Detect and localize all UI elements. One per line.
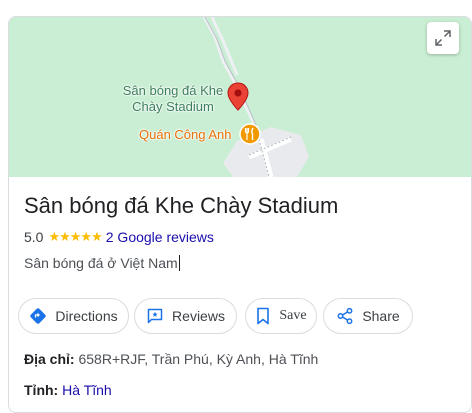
province-row: Tỉnh: Hà Tĩnh (24, 381, 112, 399)
province-label: Tỉnh: (24, 382, 59, 398)
rating-score: 5.0 (24, 229, 44, 245)
address-label: Địa chỉ: (24, 351, 75, 367)
directions-label: Directions (55, 308, 118, 324)
expand-icon (435, 30, 451, 46)
address-row: Địa chỉ: 658R+RJF, Trần Phú, Kỳ Anh, Hà … (24, 350, 318, 368)
rating-row: 5.0 ★★★★★ 2 Google reviews (24, 228, 214, 246)
restaurant-pin-icon[interactable] (239, 123, 261, 152)
reviews-button[interactable]: Reviews (134, 298, 237, 334)
review-icon (147, 308, 163, 324)
directions-button[interactable]: Directions (18, 298, 129, 334)
share-button[interactable]: Share (323, 298, 413, 334)
place-card: Sân bóng đá Khe Chày Stadium Quán Công A… (8, 16, 472, 413)
restaurant-map-label: Quán Công Anh (139, 127, 232, 142)
province-link[interactable]: Hà Tĩnh (62, 382, 112, 398)
place-title: Sân bóng đá Khe Chày Stadium (24, 193, 339, 218)
share-label: Share (362, 308, 400, 324)
expand-map-button[interactable] (427, 22, 459, 54)
place-category-text: Sân bóng đá ở Việt Nam (24, 255, 178, 271)
share-icon (337, 307, 353, 325)
save-button[interactable]: Save (245, 298, 317, 334)
google-reviews-link[interactable]: 2 Google reviews (106, 228, 214, 246)
star-rating-icon: ★★★★★ (48, 229, 102, 244)
map-thumbnail[interactable]: Sân bóng đá Khe Chày Stadium Quán Công A… (9, 17, 471, 177)
address-value: 658R+RJF, Trần Phú, Kỳ Anh, Hà Tĩnh (78, 351, 319, 367)
text-caret (178, 255, 180, 271)
bookmark-icon (257, 307, 270, 325)
location-pin-icon[interactable] (227, 82, 249, 117)
reviews-label: Reviews (172, 308, 225, 324)
directions-icon (30, 308, 47, 324)
place-category: Sân bóng đá ở Việt Nam (24, 254, 180, 272)
save-label: Save (279, 308, 307, 323)
stadium-map-label: Sân bóng đá Khe Chày Stadium (122, 83, 224, 114)
